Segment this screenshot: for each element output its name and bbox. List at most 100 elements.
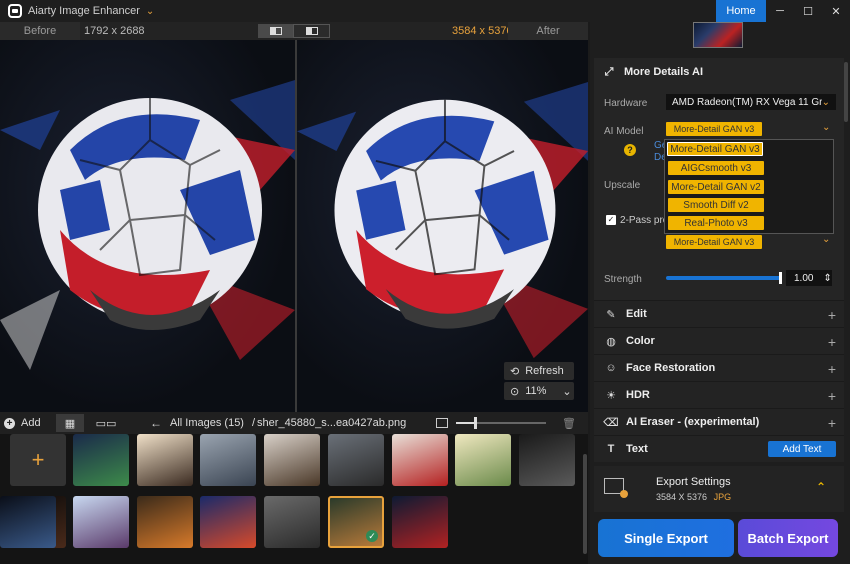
export-dimensions: 3584 X 5376: [656, 492, 708, 502]
grid-icon: ▦: [64, 417, 76, 430]
model-option[interactable]: Smooth Diff v2: [668, 198, 764, 212]
side-by-side-button[interactable]: [293, 24, 330, 38]
single-export-button[interactable]: Single Export: [598, 519, 734, 557]
compare-header: Before 1792 x 2688 3584 x 5376 After: [0, 22, 588, 40]
grid-view-button[interactable]: ▦: [56, 414, 84, 432]
compare-mode-toggle: [258, 24, 330, 38]
gallery-thumbnail[interactable]: [200, 496, 256, 548]
export-format: JPG: [713, 492, 732, 502]
app-window: Aiarty Image Enhancer ⌄ Home ─ ☐ ✕ Befor…: [0, 0, 850, 564]
section-header: ⤢ More Details AI: [602, 65, 704, 79]
split-view-icon: [269, 27, 282, 35]
side-by-side-icon: [305, 27, 318, 35]
expand-plus-icon[interactable]: +: [828, 334, 836, 350]
folder-link[interactable]: All Images (15): [170, 417, 244, 429]
section-title: More Details AI: [624, 66, 704, 78]
tool-color[interactable]: ◍ Color +: [594, 327, 844, 354]
navigator-thumbnail[interactable]: [693, 22, 743, 48]
split-view-button[interactable]: [258, 24, 293, 38]
edit-icon: ✎: [606, 308, 616, 321]
expand-plus-icon[interactable]: +: [828, 361, 836, 377]
soccer-ball-enhanced-image: [297, 81, 588, 359]
tool-edit[interactable]: ✎ Edit +: [594, 300, 844, 327]
gallery-thumbnail[interactable]: [455, 434, 511, 486]
gallery-thumbnail[interactable]: [392, 496, 448, 548]
zoom-select[interactable]: ⊙ 11% ⌄: [504, 382, 574, 400]
home-button[interactable]: Home: [716, 0, 766, 22]
gallery-thumbnail[interactable]: [519, 434, 575, 486]
gallery-thumbnail-selected[interactable]: ✓: [328, 496, 384, 548]
batch-export-button[interactable]: Batch Export: [738, 519, 838, 557]
close-icon[interactable]: ✕: [822, 0, 850, 22]
thumbnail-size-slider[interactable]: [456, 417, 546, 429]
gallery-thumbnail[interactable]: [137, 496, 193, 548]
ai-model-select[interactable]: More-Detail GAN v3: [666, 122, 762, 136]
model-option[interactable]: AIGCsmooth v3: [668, 161, 764, 175]
chevron-down-icon[interactable]: ⌄: [822, 122, 830, 133]
minimize-icon[interactable]: ─: [766, 0, 794, 22]
help-icon[interactable]: ?: [624, 144, 636, 156]
app-title: Aiarty Image Enhancer: [28, 5, 140, 17]
second-model-select[interactable]: More-Detail GAN v3: [666, 235, 762, 249]
tool-hdr[interactable]: ☀ HDR +: [594, 381, 844, 408]
strip-view-button[interactable]: ▭▭: [92, 414, 120, 432]
chevron-down-icon[interactable]: ⌄: [146, 6, 154, 17]
panel-scrollbar[interactable]: [844, 62, 848, 122]
model-option[interactable]: More-Detail GAN v3: [667, 142, 763, 156]
model-option[interactable]: Real-Photo v3: [668, 216, 764, 230]
tool-label: Color: [626, 335, 655, 347]
add-image-tile[interactable]: +: [10, 434, 66, 486]
gallery-thumbnail[interactable]: [264, 496, 320, 548]
back-arrow-icon[interactable]: ←: [150, 416, 162, 430]
gallery-toolbar: + Add ▦ ▭▭ ← All Images (15) / sher_4588…: [0, 412, 588, 434]
add-text-button[interactable]: Add Text: [768, 441, 836, 457]
hardware-select[interactable]: AMD Radeon(TM) RX Vega 11 Graphics ⌄: [666, 94, 836, 110]
expand-plus-icon[interactable]: +: [828, 388, 836, 404]
strength-input[interactable]: 1.00 ⇕: [786, 270, 832, 286]
stepper-icon[interactable]: ⇕: [823, 273, 831, 284]
gallery-thumbnail[interactable]: [0, 496, 56, 548]
gallery-thumbnail[interactable]: [73, 496, 129, 548]
tool-text: T Text Add Text: [594, 435, 844, 462]
gallery-thumbnail[interactable]: [137, 434, 193, 486]
add-button[interactable]: + Add: [4, 417, 41, 429]
gallery-thumbnail[interactable]: [392, 434, 448, 486]
model-option[interactable]: More-Detail GAN v2: [668, 180, 764, 194]
gallery-thumbnail[interactable]: [328, 434, 384, 486]
maximize-icon[interactable]: ☐: [794, 0, 822, 22]
enhance-icon: ⤢: [604, 65, 614, 78]
trash-icon[interactable]: 🗑: [562, 417, 576, 430]
after-dimensions: 3584 x 5376: [452, 25, 513, 37]
zoom-icon: ⊙: [510, 385, 520, 398]
chevron-up-icon[interactable]: ⌃: [816, 480, 826, 494]
strength-slider-handle[interactable]: [779, 272, 782, 284]
tool-ai-eraser[interactable]: ⌫ AI Eraser - (experimental) +: [594, 408, 844, 435]
refresh-button[interactable]: ⟲ Refresh: [504, 362, 574, 380]
export-info: 3584 X 5376 JPG: [656, 492, 731, 502]
before-image: [0, 40, 295, 412]
tool-face-restoration[interactable]: ☺ Face Restoration +: [594, 354, 844, 381]
chevron-down-icon: ⌄: [562, 385, 572, 398]
export-settings[interactable]: Export Settings 3584 X 5376 JPG ⌃: [594, 466, 844, 512]
strength-value: 1.00: [794, 272, 814, 284]
gallery-thumbnail[interactable]: [200, 434, 256, 486]
hardware-value: AMD Radeon(TM) RX Vega 11 Graphics: [672, 96, 822, 108]
strength-slider[interactable]: [666, 276, 782, 280]
chevron-down-icon[interactable]: ⌄: [822, 234, 830, 245]
gallery-thumbnail[interactable]: [73, 434, 129, 486]
chevron-down-icon: ⌄: [821, 96, 830, 108]
expand-plus-icon[interactable]: +: [828, 307, 836, 323]
image-preview[interactable]: ⟲ Refresh ⊙ 11% ⌄: [0, 40, 588, 412]
zoom-value: 11%: [525, 385, 547, 397]
expand-plus-icon[interactable]: +: [828, 415, 836, 431]
before-label: Before: [0, 22, 80, 40]
breadcrumb: ← All Images (15) / sher_45880_s...ea042…: [130, 412, 406, 434]
gallery-scrollbar[interactable]: [583, 454, 587, 554]
title-bar: Aiarty Image Enhancer ⌄ Home ─ ☐ ✕: [0, 0, 850, 22]
thumbnail-slider-handle[interactable]: [474, 417, 477, 429]
sun-icon: ☀: [606, 389, 616, 402]
before-dimensions: 1792 x 2688: [84, 25, 145, 37]
two-pass-checkbox[interactable]: ✓: [606, 215, 616, 225]
add-label: Add: [21, 417, 41, 429]
gallery-thumbnail[interactable]: [264, 434, 320, 486]
